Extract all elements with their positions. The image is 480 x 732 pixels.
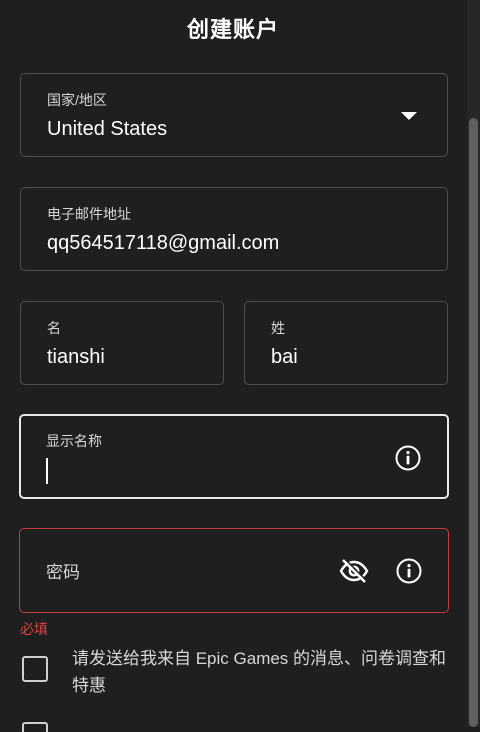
display-name-label: 显示名称 xyxy=(46,433,102,449)
first-name-field[interactable]: 名 tianshi xyxy=(20,301,224,385)
info-icon[interactable] xyxy=(395,445,421,471)
password-error-message: 必填 xyxy=(20,621,48,637)
dropdown-arrow-icon xyxy=(401,112,417,120)
last-name-field[interactable]: 姓 bai xyxy=(244,301,448,385)
marketing-checkbox[interactable] xyxy=(22,656,48,682)
password-field[interactable]: 密码 xyxy=(19,528,449,613)
first-name-label: 名 xyxy=(47,320,61,336)
scrollbar-thumb[interactable] xyxy=(469,118,478,727)
last-name-label: 姓 xyxy=(271,320,285,336)
eye-off-icon[interactable] xyxy=(339,558,369,584)
country-select[interactable]: 国家/地区 United States xyxy=(20,73,448,157)
marketing-checkbox-label: 请发送给我来自 Epic Games 的消息、问卷调查和特惠 xyxy=(72,649,447,695)
country-label: 国家/地区 xyxy=(47,92,107,108)
last-name-value: bai xyxy=(271,346,298,368)
next-checkbox[interactable] xyxy=(22,722,48,732)
country-value: United States xyxy=(47,118,168,140)
email-label: 电子邮件地址 xyxy=(47,206,131,222)
display-name-field[interactable]: 显示名称 xyxy=(19,414,449,499)
first-name-value: tianshi xyxy=(47,346,105,368)
text-caret xyxy=(46,458,48,484)
password-label: 密码 xyxy=(46,563,80,582)
email-value: qq564517118@gmail.com xyxy=(47,232,280,254)
info-icon[interactable] xyxy=(396,558,422,584)
page-title: 创建账户 xyxy=(186,17,279,42)
email-field[interactable]: 电子邮件地址 qq564517118@gmail.com xyxy=(20,187,448,271)
